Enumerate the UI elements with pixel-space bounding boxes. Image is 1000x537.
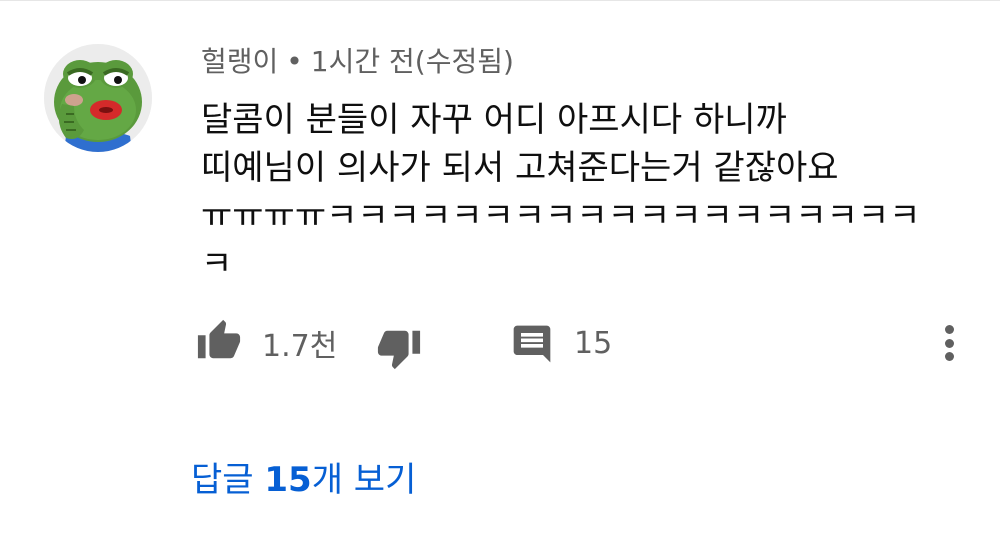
- comment-card: 헐랭이 • 1시간 전(수정됨) 달콤이 분들이 자꾸 어디 아프시다 하니까 띠예…: [0, 0, 1000, 537]
- more-vertical-icon-dot: [944, 325, 954, 334]
- like-button[interactable]: 1.7천: [196, 313, 337, 373]
- more-vertical-icon-dot: [944, 352, 954, 361]
- like-count: 1.7천: [262, 329, 338, 364]
- more-options-button[interactable]: [934, 321, 964, 365]
- thumb-down-icon: [376, 311, 422, 375]
- comment-icon: [510, 316, 554, 370]
- view-replies-suffix: 개 보기: [311, 460, 417, 500]
- meta-separator: •: [286, 45, 303, 78]
- comment-actions: 1.7천 15: [196, 313, 976, 373]
- comment-time: 1시간 전(수정됨): [310, 45, 514, 78]
- view-replies-count: 15: [264, 460, 312, 500]
- frog-avatar-image: [44, 44, 152, 152]
- comment-meta: 헐랭이 • 1시간 전(수정됨): [201, 42, 514, 82]
- avatar[interactable]: [44, 44, 152, 152]
- comment-text: 달콤이 분들이 자꾸 어디 아프시다 하니까 띠예님이 의사가 되서 고쳐준다는…: [201, 100, 921, 284]
- thumb-up-icon: [196, 318, 242, 368]
- reply-button[interactable]: 15: [510, 313, 612, 373]
- reply-count: 15: [574, 325, 613, 361]
- author-name[interactable]: 헐랭이: [201, 45, 278, 78]
- dislike-button[interactable]: [376, 313, 422, 373]
- view-replies-prefix: 답글: [191, 460, 265, 500]
- more-vertical-icon-dot: [944, 338, 954, 348]
- view-replies-link[interactable]: 답글 15개 보기: [191, 456, 416, 504]
